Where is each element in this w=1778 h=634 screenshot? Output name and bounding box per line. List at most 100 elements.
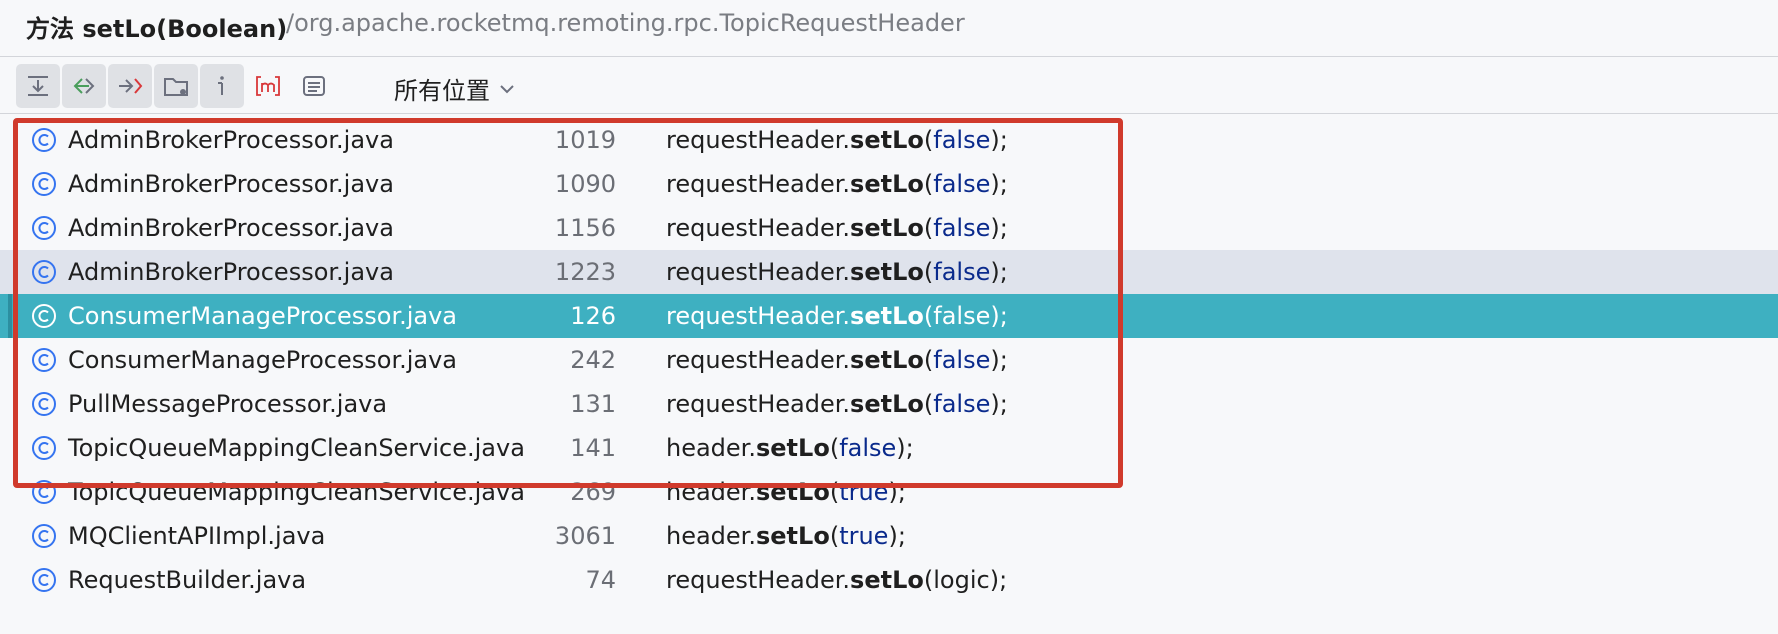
usage-row[interactable]: ConsumerManageProcessor.java 242 requestHe… [0, 338, 1778, 382]
code-close: ); [990, 346, 1008, 374]
expand-all-button[interactable] [16, 64, 60, 108]
write-access-button[interactable] [108, 64, 152, 108]
usage-line-number: 1223 [554, 258, 616, 286]
usage-row[interactable]: AdminBrokerProcessor.java 1223 requestHead… [0, 250, 1778, 294]
code-open-paren: ( [923, 346, 934, 374]
selection-accent [8, 294, 12, 338]
usage-line-number: 74 [585, 566, 616, 594]
expand-all-icon [28, 76, 48, 96]
code-close: ); [888, 522, 906, 550]
code-close: ); [990, 170, 1008, 198]
class-icon [32, 568, 56, 592]
code-argument: false [839, 434, 897, 462]
class-icon [32, 128, 56, 152]
usage-row[interactable]: ConsumerManageProcessor.java 126 requestHe… [0, 294, 1778, 338]
code-receiver: requestHeader. [666, 214, 851, 242]
usage-line-number: 131 [570, 390, 616, 418]
code-method: setLo [850, 390, 924, 418]
usage-line-number: 141 [570, 434, 616, 462]
code-open-paren: ( [829, 434, 840, 462]
usages-header: 方法 setLo(Boolean) /org.apache.rocketmq.r… [0, 0, 1778, 57]
usage-code-snippet: requestHeader.setLo(false); [666, 338, 1008, 382]
usage-row[interactable]: AdminBrokerProcessor.java 1156 requestHead… [0, 206, 1778, 250]
code-receiver: requestHeader. [666, 302, 851, 330]
code-open-paren: ( [923, 126, 934, 154]
code-close: ); [990, 214, 1008, 242]
usage-line-number: 269 [570, 478, 616, 506]
code-receiver: requestHeader. [666, 170, 851, 198]
class-icon [32, 392, 56, 416]
usage-row[interactable]: TopicQueueMappingCleanService.java 141 hea… [0, 426, 1778, 470]
code-receiver: requestHeader. [666, 390, 851, 418]
code-close: ); [990, 258, 1008, 286]
code-open-paren: ( [923, 214, 934, 242]
preview-button[interactable] [292, 64, 336, 108]
usage-line-number: 1156 [554, 214, 616, 242]
info-icon [218, 76, 224, 95]
code-open-paren: ( [923, 566, 934, 594]
code-argument: logic [933, 566, 990, 594]
code-close: ); [888, 478, 906, 506]
usage-code-snippet: requestHeader.setLo(false); [666, 162, 1008, 206]
code-open-paren: ( [829, 522, 840, 550]
code-open-paren: ( [923, 302, 934, 330]
code-open-paren: ( [923, 390, 934, 418]
usage-file-name: PullMessageProcessor.java [68, 390, 388, 418]
usage-line-number: 1090 [554, 170, 616, 198]
usage-file-name: AdminBrokerProcessor.java [68, 214, 394, 242]
usage-code-snippet: header.setLo(true); [666, 470, 906, 514]
usage-row[interactable]: AdminBrokerProcessor.java 1019 requestHead… [0, 118, 1778, 162]
code-method: setLo [850, 302, 924, 330]
code-receiver: requestHeader. [666, 346, 851, 374]
code-receiver: requestHeader. [666, 566, 851, 594]
code-argument: false [933, 258, 991, 286]
usage-file-name: ConsumerManageProcessor.java [68, 302, 458, 330]
module-folder-button[interactable] [154, 64, 198, 108]
code-argument: false [933, 214, 991, 242]
code-method: setLo [850, 346, 924, 374]
usage-file-name: RequestBuilder.java [68, 566, 307, 594]
code-open-paren: ( [829, 478, 840, 506]
usage-code-snippet: requestHeader.setLo(logic); [666, 558, 1007, 602]
code-method: setLo [850, 214, 924, 242]
usage-row[interactable]: RequestBuilder.java 74 requestHeader.setLo… [0, 558, 1778, 602]
method-filter-button[interactable] [246, 64, 290, 108]
read-access-button[interactable] [62, 64, 106, 108]
usage-row[interactable]: TopicQueueMappingCleanService.java 269 hea… [0, 470, 1778, 514]
usage-file-name: AdminBrokerProcessor.java [68, 126, 394, 154]
code-argument: true [839, 522, 889, 550]
usage-row[interactable]: AdminBrokerProcessor.java 1090 requestHead… [0, 162, 1778, 206]
code-method: setLo [850, 170, 924, 198]
code-close: ); [989, 566, 1008, 594]
info-button[interactable] [200, 64, 244, 108]
code-method: setLo [755, 478, 830, 506]
code-receiver: header. [666, 522, 756, 550]
usage-file-name: ConsumerManageProcessor.java [68, 346, 458, 374]
class-icon [32, 172, 56, 196]
usage-line-number: 3061 [554, 522, 616, 550]
code-receiver: header. [666, 478, 756, 506]
usage-code-snippet: requestHeader.setLo(false); [666, 382, 1008, 426]
method-icon [256, 76, 280, 96]
code-method: setLo [850, 566, 924, 594]
scope-dropdown[interactable]: 所有位置 [394, 71, 516, 106]
code-argument: false [933, 170, 991, 198]
code-method: setLo [755, 522, 830, 550]
class-icon [32, 524, 56, 548]
class-icon [32, 480, 56, 504]
usage-file-name: AdminBrokerProcessor.java [68, 258, 394, 286]
usage-row[interactable]: PullMessageProcessor.java 131 requestHeade… [0, 382, 1778, 426]
code-argument: false [933, 390, 991, 418]
code-open-paren: ( [923, 258, 934, 286]
usage-code-snippet: requestHeader.setLo(false); [666, 250, 1008, 294]
write-access-icon [119, 78, 143, 94]
code-open-paren: ( [923, 170, 934, 198]
usage-row[interactable]: MQClientAPIImpl.java 3061 header.setLo(tru… [0, 514, 1778, 558]
target-kind-label: 方法 setLo(Boolean) [26, 15, 288, 43]
class-icon [32, 260, 56, 284]
class-icon [32, 348, 56, 372]
code-argument: false [933, 126, 991, 154]
code-receiver: requestHeader. [666, 258, 851, 286]
code-receiver: requestHeader. [666, 126, 851, 154]
usage-code-snippet: header.setLo(true); [666, 514, 906, 558]
